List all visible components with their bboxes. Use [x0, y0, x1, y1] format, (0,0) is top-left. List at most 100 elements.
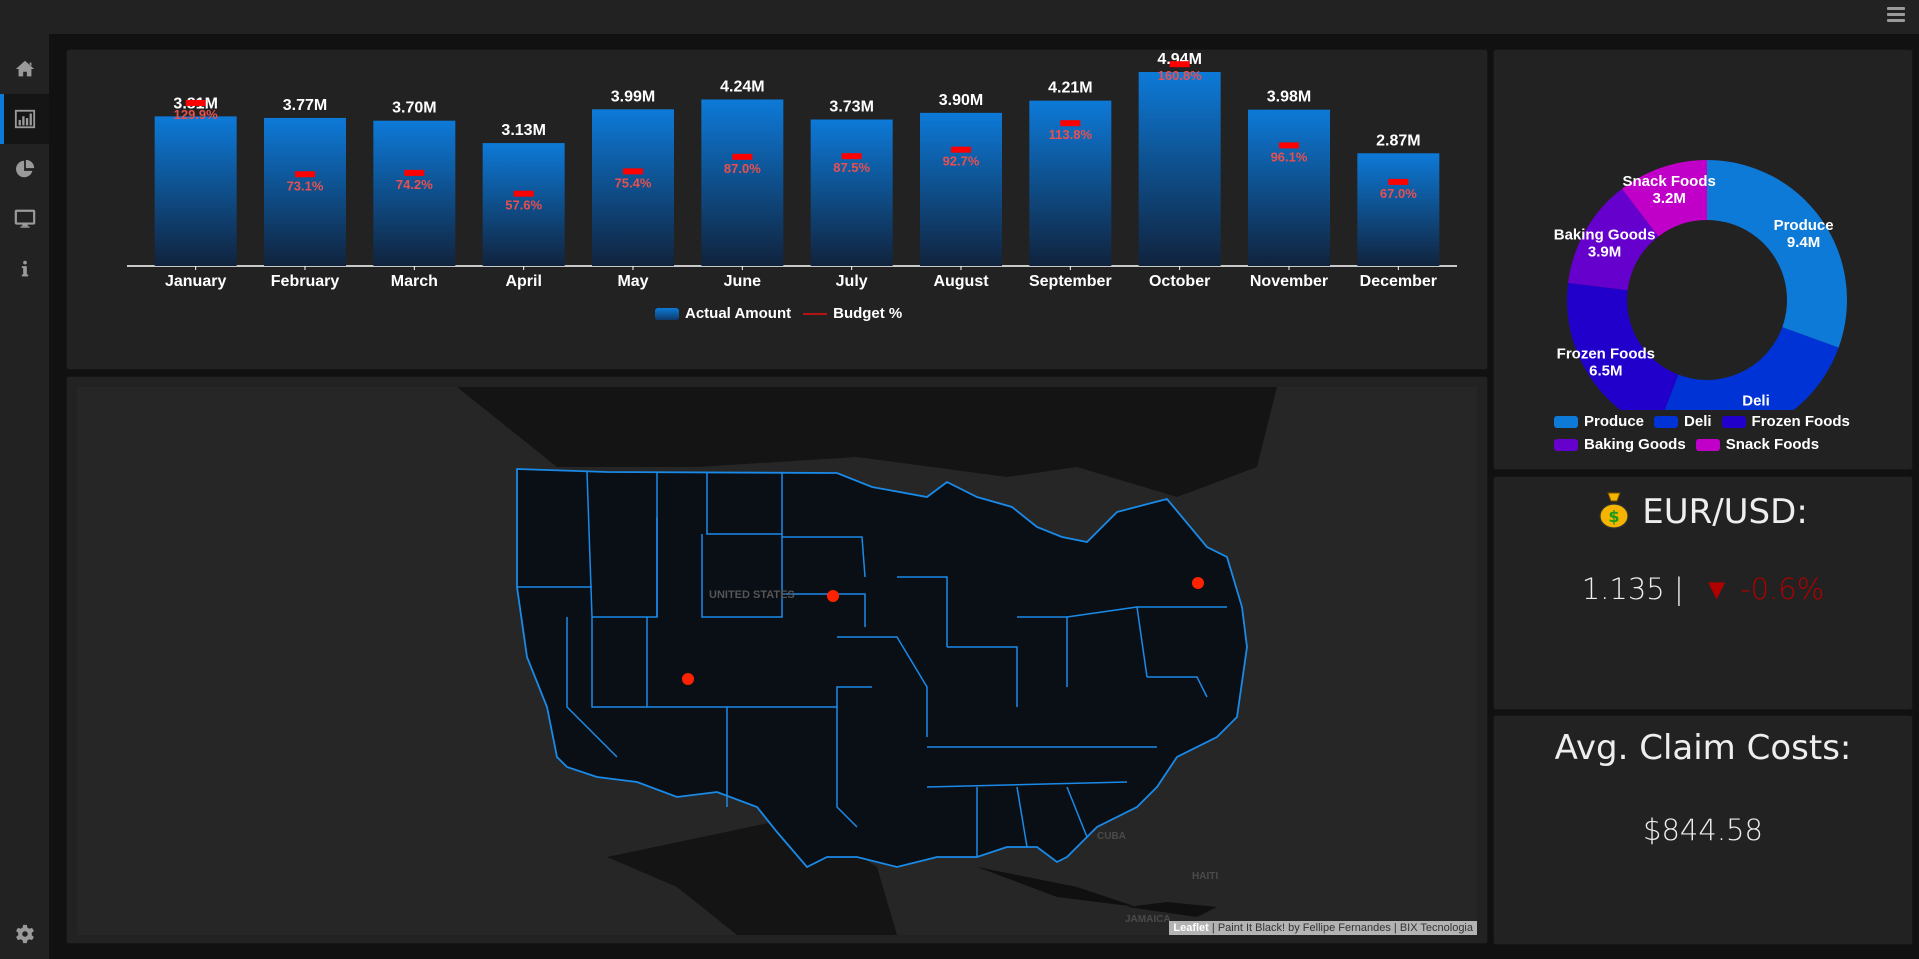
donut-slice-value: 3.9M	[1588, 243, 1621, 260]
bar-chart-legend: Actual Amount Budget %	[655, 305, 902, 322]
legend-label: Produce	[1584, 413, 1645, 430]
legend-item-snack-foods[interactable]: Snack Foods	[1695, 436, 1819, 453]
x-tick-label: January	[165, 273, 226, 290]
sidebar-item-settings[interactable]	[0, 909, 49, 959]
donut-slice-value: 3.2M	[1652, 190, 1685, 207]
donut-slice-value: 7.8M	[1739, 409, 1772, 410]
budget-marker[interactable]	[732, 153, 753, 160]
x-tick-label: February	[271, 273, 340, 290]
info-icon	[21, 260, 28, 277]
map-marker-new-york[interactable]	[1192, 577, 1204, 589]
map-label-united-states: UNITED STATES	[709, 589, 795, 601]
hamburger-menu-icon[interactable]	[1887, 7, 1905, 22]
x-tick-label: September	[1029, 273, 1112, 290]
sidebar-item-home[interactable]	[0, 44, 49, 94]
svg-text:$: $	[1609, 507, 1620, 526]
legend-label-actual: Actual Amount	[685, 305, 792, 322]
legend-item-baking-goods[interactable]: Baking Goods	[1554, 436, 1686, 453]
donut-slice-label: Baking Goods	[1554, 226, 1656, 243]
budget-value-label: 73.1%	[287, 178, 324, 193]
bar-value-label: 2.87M	[1376, 132, 1420, 149]
bar-august[interactable]	[920, 112, 1002, 266]
donut-slice-label: Deli	[1742, 392, 1770, 409]
bar-december[interactable]	[1357, 153, 1440, 266]
gear-icon	[15, 924, 34, 944]
budget-marker[interactable]	[1169, 61, 1190, 68]
budget-marker[interactable]	[1060, 120, 1081, 127]
bar-march[interactable]	[373, 120, 456, 266]
budget-marker[interactable]	[185, 99, 206, 106]
x-tick-label: October	[1149, 273, 1210, 290]
donut-slice-value: 6.5M	[1589, 363, 1622, 380]
x-tick-label: August	[933, 273, 989, 290]
budget-marker[interactable]	[513, 190, 534, 197]
x-tick-label: June	[724, 273, 761, 290]
sidebar-item-info[interactable]	[0, 244, 49, 294]
legend-item-actual-amount[interactable]: Actual Amount	[655, 305, 791, 322]
bar-november[interactable]	[1248, 109, 1330, 266]
budget-marker[interactable]	[1279, 142, 1299, 149]
legend-swatch	[1554, 415, 1578, 428]
legend-label: Baking Goods	[1584, 436, 1686, 453]
legend-swatch	[1721, 415, 1746, 428]
claims-title: Avg. Claim Costs:	[1554, 728, 1852, 768]
donut-slice-produce[interactable]	[1707, 160, 1847, 348]
budget-marker[interactable]	[1388, 178, 1409, 185]
budget-marker[interactable]	[404, 169, 425, 176]
map-marker-los-angeles[interactable]	[682, 673, 694, 685]
bar-value-label: 4.21M	[1048, 80, 1092, 97]
sidebar-item-monitor[interactable]	[0, 194, 49, 244]
bar-chart-icon	[14, 109, 35, 129]
map-label-jamaica: JAMAICA	[1125, 914, 1171, 925]
fx-rate: 1.135 |	[1581, 572, 1684, 606]
budget-value-label: 74.2%	[396, 177, 433, 192]
down-arrow-icon: ▼	[1702, 572, 1731, 606]
monthly-sales-chart-panel: 3.81M129.9%January3.77M73.1%February3.70…	[66, 49, 1488, 370]
legend-swatch	[1654, 415, 1679, 428]
donut-slice-value: 9.4M	[1787, 234, 1820, 251]
bar-value-label: 3.98M	[1267, 89, 1311, 106]
bar-july[interactable]	[810, 119, 893, 266]
bar-chart-svg: 3.81M129.9%January3.77M73.1%February3.70…	[127, 51, 1457, 290]
legend-label: Deli	[1684, 413, 1712, 430]
x-tick-label: November	[1250, 273, 1328, 290]
avg-claim-panel: Avg. Claim Costs: $844.58	[1493, 715, 1913, 945]
category-donut-panel: Produce9.4MDeli7.8MFrozen Foods6.5MBakin…	[1493, 49, 1913, 470]
budget-marker[interactable]	[623, 168, 643, 175]
budget-marker[interactable]	[841, 153, 862, 160]
eur-usd-panel: $ EUR/USD: 1.135 | ▼ -0.6%	[1493, 476, 1913, 710]
bar-june[interactable]	[701, 99, 784, 266]
budget-value-label: 92.7%	[943, 154, 980, 169]
legend-swatch	[1554, 438, 1578, 451]
map-attribution: Leaflet | Paint It Black! by Fellipe Fer…	[1169, 921, 1477, 935]
bar-october[interactable]	[1138, 71, 1221, 266]
budget-marker[interactable]	[951, 146, 971, 153]
x-tick-label: July	[836, 273, 868, 290]
category-donut-chart: Produce9.4M Deli7.8M Frozen Foods6.5M Bakin…	[1494, 50, 1912, 410]
legend-swatch-actual	[655, 307, 679, 320]
bar-january[interactable]	[154, 116, 237, 266]
map-svg: UNITED STATES CUBA HAITI JAMAICA	[77, 387, 1477, 935]
sidebar-item-dashboard[interactable]	[0, 94, 49, 144]
budget-marker[interactable]	[295, 171, 315, 178]
fx-change: -0.6%	[1740, 572, 1825, 606]
fx-value-row: 1.135 | ▼ -0.6%	[1494, 572, 1912, 607]
legend-item-deli[interactable]: Deli	[1654, 413, 1712, 430]
leaflet-map[interactable]: UNITED STATES CUBA HAITI JAMAICA Leaflet…	[77, 387, 1477, 935]
legend-item-frozen-foods[interactable]: Frozen Foods	[1721, 413, 1850, 430]
legend-item-produce[interactable]: Produce	[1554, 413, 1644, 430]
claims-value: $844.58	[1643, 813, 1763, 847]
map-marker-colorado[interactable]	[827, 590, 839, 602]
leaflet-link[interactable]: Leaflet	[1173, 922, 1208, 934]
sidebar	[0, 34, 49, 959]
legend-item-budget[interactable]: Budget %	[803, 305, 902, 322]
monitor-icon	[14, 209, 35, 228]
x-tick-label: May	[617, 273, 648, 290]
attribution-text: | Paint It Black! by Fellipe Fernandes |…	[1208, 922, 1473, 934]
budget-value-label: 87.0%	[724, 161, 761, 176]
pie-chart-icon	[15, 159, 34, 178]
budget-value-label: 96.1%	[1271, 149, 1308, 164]
fx-title-row: $ EUR/USD:	[1494, 491, 1912, 532]
budget-value-label: 67.0%	[1380, 186, 1417, 201]
sidebar-item-analytics[interactable]	[0, 144, 49, 194]
